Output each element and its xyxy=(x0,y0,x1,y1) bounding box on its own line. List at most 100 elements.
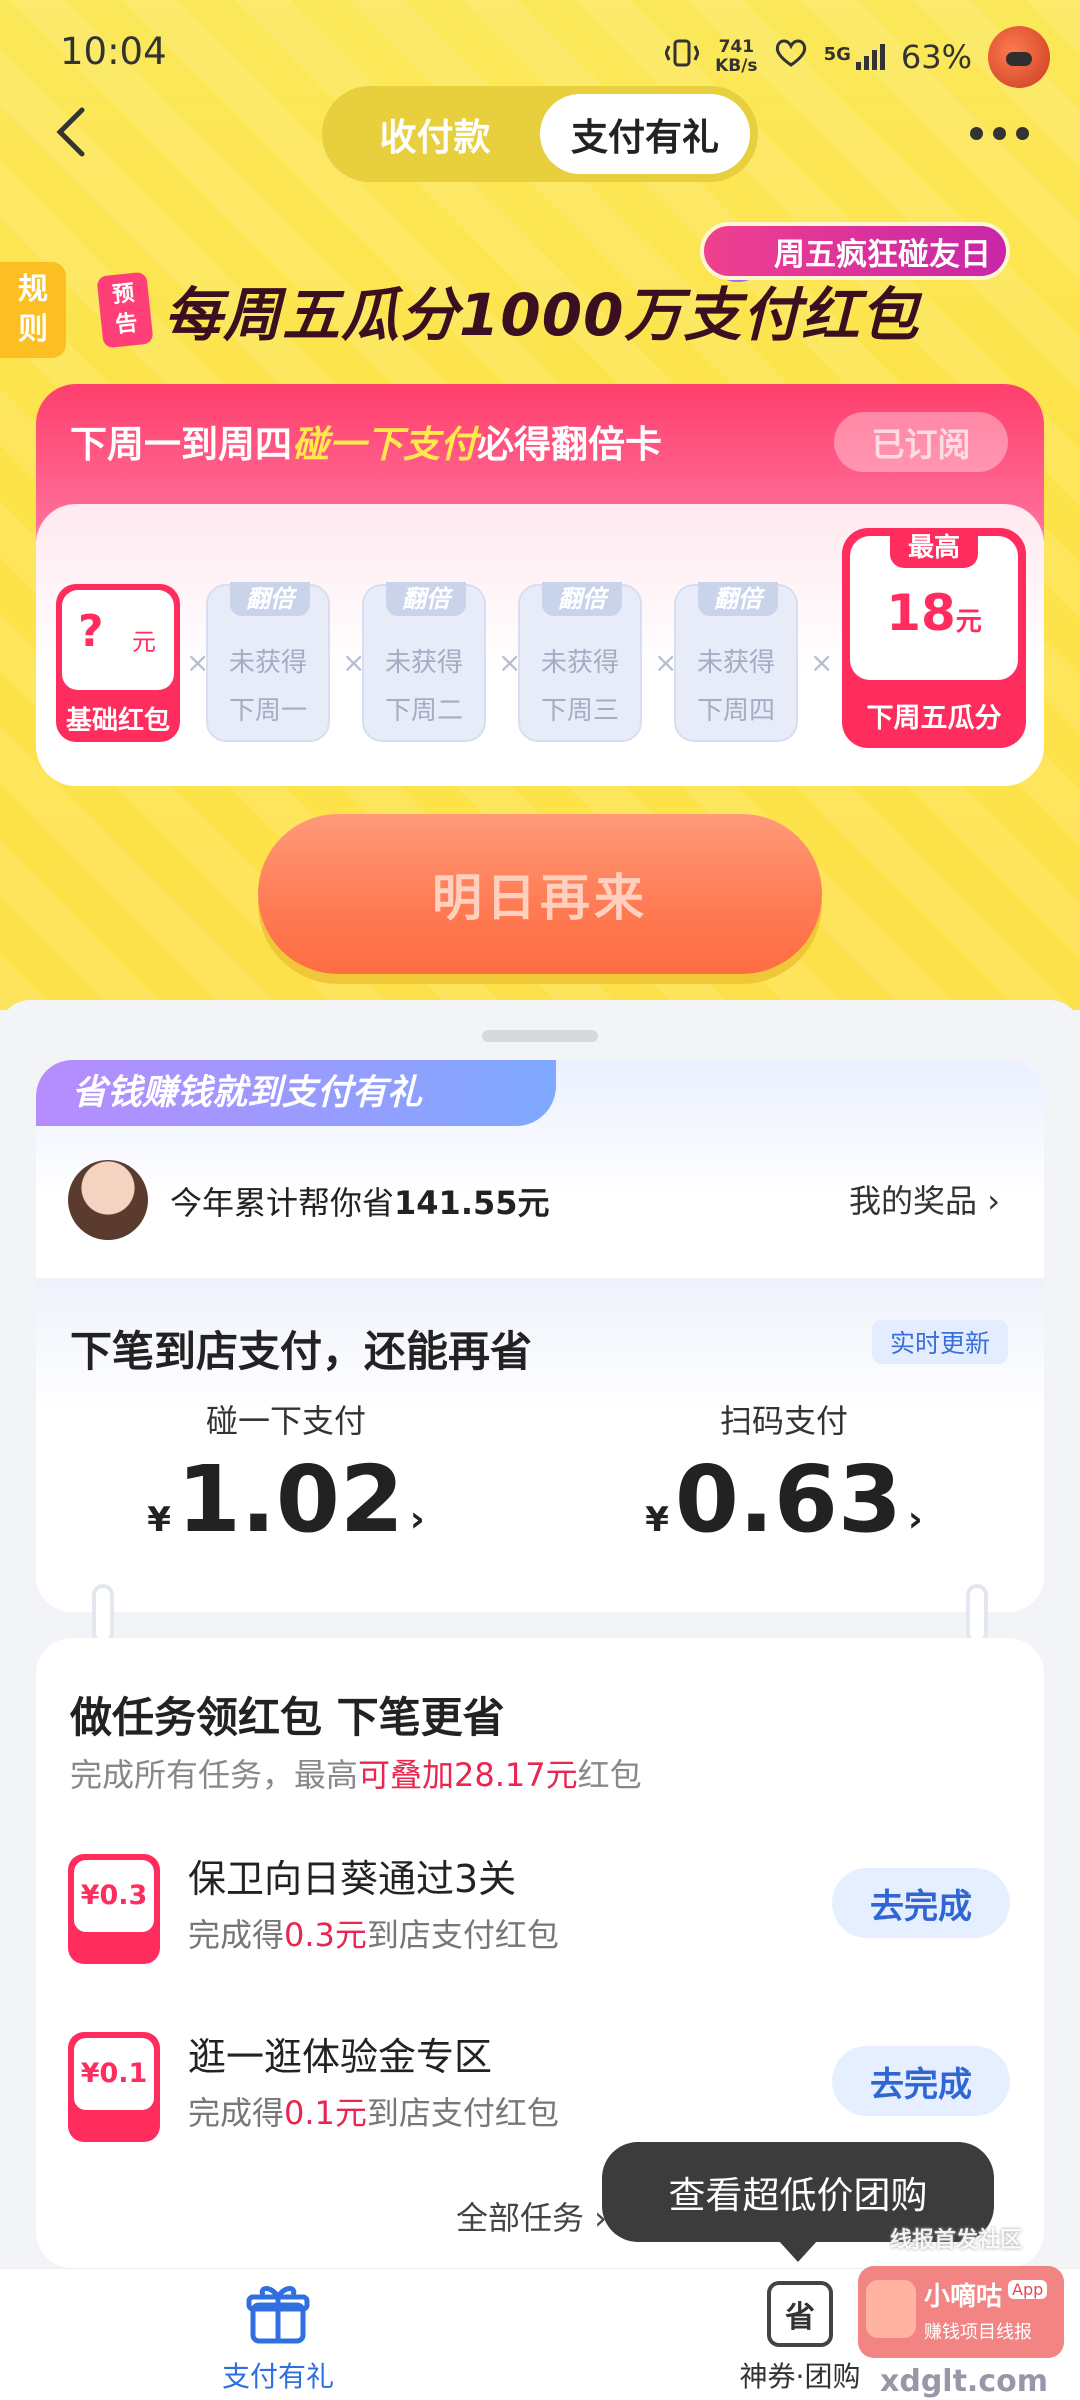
saved-amount: 141.55元 xyxy=(394,1184,550,1222)
fox-logo-icon xyxy=(866,2280,916,2338)
double-slot-wednesday: 翻倍 未获得 下周三 xyxy=(518,582,642,742)
slot-tag: 翻倍 xyxy=(698,582,778,616)
rules-button[interactable]: 规则 xyxy=(0,262,66,358)
task-desc: 完成得0.1元到店支付红包 xyxy=(188,2088,559,2134)
go-complete-button[interactable]: 去完成 xyxy=(832,1868,1010,1938)
saved-prefix: 今年累计帮你省 xyxy=(170,1184,395,1222)
watermark-badge: 小嘀咕 App 赚钱项目线报 xyxy=(858,2266,1064,2358)
more-options-icon[interactable] xyxy=(970,118,1040,148)
max-reward-slot: 最高 18元 下周五瓜分 xyxy=(842,528,1026,748)
task-desc-amount: 0.3元 xyxy=(284,1916,367,1954)
slot-status: 未获得 xyxy=(540,648,619,678)
slot-day: 下周三 xyxy=(540,696,619,726)
network-speed: 741 KB/s xyxy=(715,38,757,76)
slot-tag: 翻倍 xyxy=(230,582,310,616)
status-time: 10:04 xyxy=(60,30,167,73)
tap-pay-saving[interactable]: 碰一下支付 ¥1.02 › xyxy=(86,1396,486,1553)
savings-coupon-icon: 省 xyxy=(767,2281,833,2347)
preview-badge: 预告 xyxy=(96,271,154,349)
heading-highlight: 碰一下支付 xyxy=(292,423,477,466)
realtime-badge: 实时更新 xyxy=(872,1320,1008,1364)
task-desc-prefix: 完成得 xyxy=(188,1916,285,1954)
nav-label: 神券·团购 xyxy=(739,2360,861,2393)
savings-card: 省钱赚钱就到支付有礼 今年累计帮你省141.55元 我的奖品 › 下笔到店支付，… xyxy=(36,1060,1044,1612)
red-packet-icon: ¥0.1 xyxy=(68,2032,160,2142)
heart-icon xyxy=(774,38,808,76)
banner-title: 预告 每周五瓜分1000万支付红包 xyxy=(96,268,920,352)
pay-method-amount: 0.63 xyxy=(674,1446,902,1553)
gift-icon xyxy=(245,2281,311,2347)
times-sign: × xyxy=(810,646,834,679)
task-name: 保卫向日葵通过3关 xyxy=(188,1857,517,1901)
signal-icon: 5G xyxy=(824,44,885,70)
watermark-app: App xyxy=(1008,2280,1048,2299)
tab-payment-rewards[interactable]: 支付有礼 xyxy=(540,94,750,174)
task-row: ¥0.3 保卫向日葵通过3关 完成得0.3元到店支付红包 去完成 xyxy=(36,1848,1044,1968)
slot-tag: 翻倍 xyxy=(386,582,466,616)
next-payment-box: 下笔到店支付，还能再省 实时更新 碰一下支付 ¥1.02 › 扫码支付 ¥0.63… xyxy=(36,1278,1044,1612)
back-arrow-icon[interactable] xyxy=(48,102,98,162)
task-icon-value: ¥0.3 xyxy=(74,1860,154,1932)
status-icons: 741 KB/s 5G 63% xyxy=(664,26,1050,88)
pay-method-value: ¥1.02 › xyxy=(86,1446,486,1553)
base-label: 基础红包 xyxy=(65,706,170,736)
task-desc-suffix: 到店支付红包 xyxy=(366,2094,559,2132)
double-slot-tuesday: 翻倍 未获得 下周二 xyxy=(362,582,486,742)
chevron-right-icon: › xyxy=(409,1499,425,1540)
my-prizes-link[interactable]: 我的奖品 › xyxy=(849,1176,1000,1222)
pay-method-label: 扫码支付 xyxy=(719,1402,848,1440)
slot-status: 未获得 xyxy=(228,648,307,678)
preview-badge-label: 预告 xyxy=(111,281,139,339)
come-back-tomorrow-button[interactable]: 明日再来 xyxy=(258,814,822,974)
speed-value: 741 xyxy=(718,37,755,57)
double-slot-thursday: 翻倍 未获得 下周四 xyxy=(674,582,798,742)
vibrate-icon xyxy=(664,38,700,76)
banner-title-text: 每周五瓜分1000万支付红包 xyxy=(164,281,920,349)
pay-method-amount: 1.02 xyxy=(176,1446,404,1553)
slot-status: 未获得 xyxy=(384,648,463,678)
all-tasks-link[interactable]: 全部任务 › xyxy=(456,2193,607,2239)
tasks-sub-highlight: 可叠加28.17元 xyxy=(358,1756,578,1794)
speed-unit: KB/s xyxy=(715,56,758,76)
task-name: 逛一逛体验金专区 xyxy=(188,2035,493,2079)
slot-status: 未获得 xyxy=(696,648,775,678)
binder-ring xyxy=(966,1584,988,1644)
task-desc-prefix: 完成得 xyxy=(188,2094,285,2132)
user-avatar xyxy=(68,1160,148,1240)
heading-prefix: 下周一到周四 xyxy=(70,423,292,466)
slot-tag: 翻倍 xyxy=(542,582,622,616)
watermark-slogan: 赚钱项目线报 xyxy=(924,2322,1032,2343)
scan-pay-saving[interactable]: 扫码支付 ¥0.63 › xyxy=(584,1396,984,1553)
tasks-sub-prefix: 完成所有任务，最高 xyxy=(70,1756,359,1794)
rules-label: 规则 xyxy=(18,272,48,347)
tab-payments[interactable]: 收付款 xyxy=(330,94,540,174)
task-row: ¥0.1 逛一逛体验金专区 完成得0.1元到店支付红包 去完成 xyxy=(36,2026,1044,2146)
binder-ring xyxy=(92,1584,114,1644)
slot-day: 下周二 xyxy=(384,696,463,726)
tasks-title: 做任务领红包 下笔更省 xyxy=(70,1693,505,1742)
go-complete-button[interactable]: 去完成 xyxy=(832,2046,1010,2116)
double-card-heading: 下周一到周四碰一下支付必得翻倍卡 xyxy=(70,414,662,468)
nav-bar: 收付款 支付有礼 xyxy=(0,82,1080,182)
heading-suffix: 必得翻倍卡 xyxy=(477,423,662,466)
slot-day: 下周一 xyxy=(228,696,307,726)
slot-day: 下周四 xyxy=(696,696,775,726)
base-unit: 元 xyxy=(132,628,156,656)
double-slot-monday: 翻倍 未获得 下周一 xyxy=(206,582,330,742)
sheet-handle[interactable] xyxy=(482,1030,598,1042)
profile-avatar-icon[interactable] xyxy=(988,26,1050,88)
tasks-subtitle: 完成所有任务，最高可叠加28.17元红包 xyxy=(70,1750,642,1796)
nav-item-payment-rewards[interactable]: 支付有礼 xyxy=(178,2281,378,2395)
red-packet-icon: ¥0.3 xyxy=(68,1854,160,1964)
subscribed-button[interactable]: 已订阅 xyxy=(834,412,1008,472)
chevron-right-icon: › xyxy=(907,1499,923,1540)
task-desc-suffix: 到店支付红包 xyxy=(366,1916,559,1954)
nav-label: 支付有礼 xyxy=(221,2360,334,2393)
base-amount: ? xyxy=(78,606,104,657)
pay-method-value: ¥0.63 › xyxy=(584,1446,984,1553)
max-label: 下周五瓜分 xyxy=(866,703,1002,734)
task-desc: 完成得0.3元到店支付红包 xyxy=(188,1910,559,1956)
max-amount-value: 18 xyxy=(886,584,956,642)
savings-ribbon: 省钱赚钱就到支付有礼 xyxy=(36,1060,556,1126)
max-amount-unit: 元 xyxy=(955,607,982,637)
